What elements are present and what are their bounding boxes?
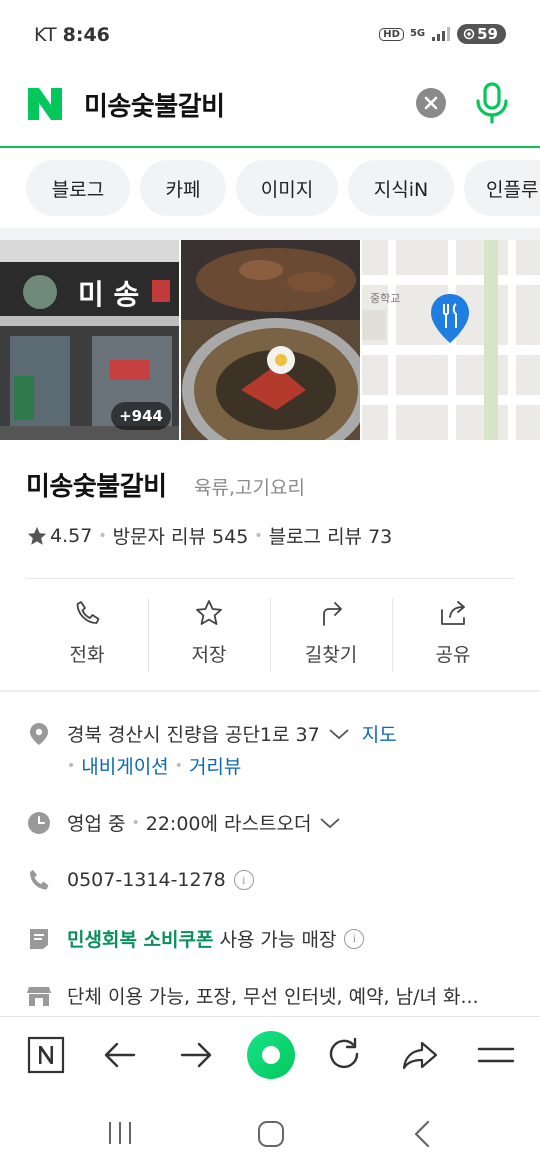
close-icon [424, 96, 438, 110]
save-button[interactable]: 저장 [148, 598, 270, 672]
chevron-down-icon[interactable] [319, 817, 341, 829]
amenities-row: 단체 이용 가능, 포장, 무선 인터넷, 예약, 남/녀 화... [26, 982, 526, 1009]
carrier-label: KT [34, 24, 57, 46]
clock: 8:46 [62, 24, 110, 46]
status-icons: HD 5G 59 [379, 24, 506, 44]
address-row: 경북 경산시 진량읍 공단1로 37 지도 [26, 720, 526, 747]
food-photo[interactable] [181, 240, 360, 440]
star-rating-icon [27, 526, 47, 545]
search-header: 미송숯불갈비 [0, 70, 540, 148]
phone-row: 0507-1314-1278 i [26, 867, 526, 893]
voice-search-button[interactable] [474, 82, 510, 124]
tab-images[interactable]: 이미지 [236, 160, 338, 216]
open-status: 영업 중 [67, 813, 126, 835]
info-icon[interactable]: i [233, 870, 254, 890]
tab-cafe[interactable]: 카페 [140, 160, 226, 216]
store-icon [27, 986, 51, 1006]
battery-level: 59 [477, 25, 498, 43]
separator-dot: • [254, 527, 263, 544]
storefront-photo[interactable]: 미 송 +944 [0, 240, 179, 440]
blog-review-link[interactable]: 블로그 리뷰 73 [269, 522, 393, 549]
tab-blog[interactable]: 블로그 [26, 160, 130, 216]
map-label: 중학교 [370, 292, 400, 305]
coupon-text: 사용 가능 매장 [219, 929, 337, 951]
chevron-down-icon[interactable] [328, 728, 350, 740]
action-bar: 전화 저장 길찾기 공유 [26, 598, 514, 672]
location-pin-icon [30, 722, 48, 745]
rating-row: 4.57 • 방문자 리뷰 545 • 블로그 리뷰 73 [26, 522, 392, 549]
directions-icon [323, 602, 342, 626]
hd-voice-icon: HD [379, 27, 404, 41]
separator-dot: • [98, 527, 107, 544]
street-view-link[interactable]: 거리뷰 [189, 752, 241, 779]
food-image [181, 240, 360, 440]
category-tabs: 블로그 카페 이미지 지식iN 인플루 [0, 150, 540, 228]
share-button[interactable]: 공유 [392, 598, 514, 672]
tab-influencer[interactable]: 인플루 [464, 160, 540, 216]
naver-logo-icon[interactable] [26, 86, 64, 122]
separator-dot: • [174, 757, 183, 774]
amenities-text[interactable]: 단체 이용 가능, 포장, 무선 인터넷, 예약, 남/녀 화... [67, 982, 479, 1009]
address-text: 경북 경산시 진량읍 공단1로 37 [67, 724, 320, 746]
photo-count-badge: +944 [111, 402, 171, 430]
call-button[interactable]: 전화 [26, 598, 148, 672]
clock-icon [28, 811, 50, 834]
call-label: 전화 [69, 644, 105, 666]
status-carrier-time: KT 8:46 [34, 24, 110, 46]
place-category: 육류,고기요리 [194, 477, 305, 499]
status-bar: KT 8:46 HD 5G 59 [0, 0, 540, 70]
home-icon[interactable] [257, 1120, 285, 1148]
network-type-icon: 5G [409, 28, 426, 39]
recent-apps-icon[interactable] [105, 1120, 135, 1146]
clear-search-button[interactable] [416, 88, 446, 118]
section-separator [0, 228, 540, 240]
naver-tab-button[interactable] [26, 1035, 66, 1075]
last-order-text: 22:00에 라스트오더 [145, 813, 312, 835]
navigation-link[interactable]: 내비게이션 [81, 752, 168, 779]
share-icon [441, 601, 465, 625]
phone-icon [76, 601, 100, 624]
divider [26, 578, 514, 579]
directions-button[interactable]: 길찾기 [270, 598, 392, 672]
refresh-icon[interactable] [324, 1035, 364, 1075]
visitor-review-link[interactable]: 방문자 리뷰 545 [113, 522, 249, 549]
separator-dot: • [131, 814, 140, 831]
back-icon[interactable] [410, 1119, 434, 1149]
share-arrow-icon[interactable] [400, 1035, 440, 1075]
coupon-icon [30, 928, 48, 949]
section-divider [0, 690, 540, 692]
star-icon [196, 600, 222, 625]
menu-icon[interactable] [476, 1035, 516, 1075]
separator-dot: • [67, 757, 76, 774]
place-name[interactable]: 미송숯불갈비 [26, 466, 167, 503]
place-photos: 미 송 +944 중학교 [0, 240, 540, 440]
svg-text:미 송: 미 송 [78, 278, 139, 311]
coupon-link[interactable]: 민생회복 소비쿠폰 [67, 925, 213, 952]
battery-saver-icon [463, 28, 475, 40]
back-arrow-icon[interactable] [100, 1035, 140, 1075]
battery-indicator: 59 [457, 24, 506, 44]
map-image: 중학교 [362, 240, 540, 440]
tab-knowledge-in[interactable]: 지식iN [348, 160, 454, 216]
signal-icon [432, 27, 451, 41]
phone-number[interactable]: 0507-1314-1278 [67, 869, 226, 891]
green-dot-home-button[interactable] [247, 1031, 295, 1079]
share-label: 공유 [435, 644, 471, 666]
phone-icon [30, 870, 49, 890]
forward-arrow-icon[interactable] [176, 1035, 216, 1075]
coupon-row: 민생회복 소비쿠폰 사용 가능 매장 i [26, 925, 526, 952]
map-thumbnail[interactable]: 중학교 [362, 240, 540, 440]
map-link[interactable]: 지도 [362, 720, 397, 747]
info-icon[interactable]: i [344, 928, 365, 949]
address-links-row: • 내비게이션 • 거리뷰 [67, 752, 540, 779]
search-input[interactable]: 미송숯불갈비 [84, 86, 225, 123]
directions-label: 길찾기 [304, 644, 358, 666]
save-label: 저장 [191, 644, 227, 666]
rating-value: 4.57 [50, 524, 93, 547]
android-navigation-bar [0, 1094, 540, 1170]
browser-toolbar [0, 1016, 540, 1094]
hours-row: 영업 중 • 22:00에 라스트오더 [26, 809, 526, 836]
